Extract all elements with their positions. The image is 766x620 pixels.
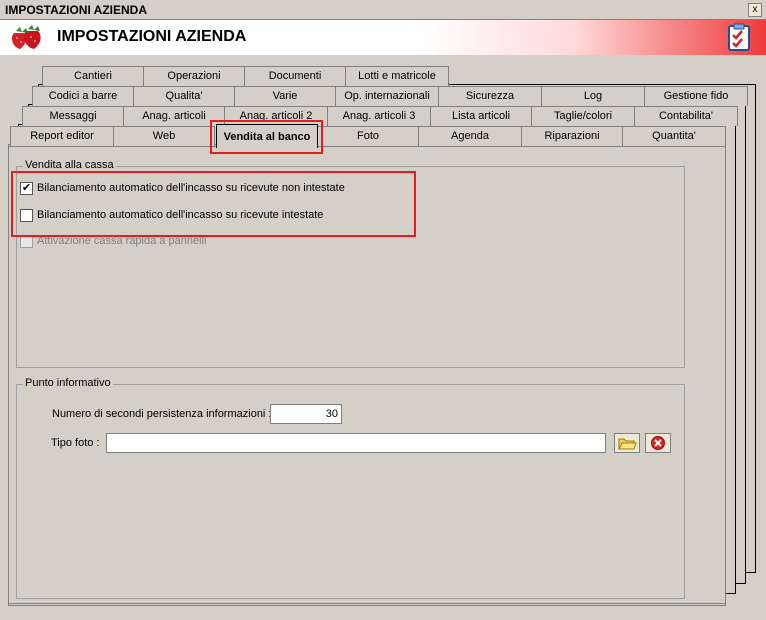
window-titlebar: IMPOSTAZIONI AZIENDA x [0, 0, 766, 20]
tab-gestione-fido[interactable]: Gestione fido [644, 86, 748, 106]
folder-icon [618, 438, 637, 450]
tab-messaggi[interactable]: Messaggi [22, 106, 124, 126]
tab-anag-articoli-3[interactable]: Anag. articoli 3 [327, 106, 431, 126]
highlight-checkboxes [11, 171, 416, 237]
secondi-persistenza-label: Numero di secondi persistenza informazio… [52, 408, 272, 420]
tipo-foto-label: Tipo foto : [51, 437, 100, 449]
browse-folder-button[interactable] [614, 433, 640, 453]
tab-quantita[interactable]: Quantita' [622, 126, 726, 146]
vendita-alla-cassa-legend: Vendita alla cassa [23, 159, 116, 171]
window-title: IMPOSTAZIONI AZIENDA [5, 3, 147, 17]
header-title: IMPOSTAZIONI AZIENDA [57, 28, 247, 45]
close-icon[interactable]: x [748, 3, 762, 17]
strawberries-icon [12, 25, 41, 49]
app-header: IMPOSTAZIONI AZIENDA [0, 20, 766, 55]
tab-log[interactable]: Log [541, 86, 645, 106]
tab-operazioni[interactable]: Operazioni [143, 66, 245, 86]
punto-informativo-legend: Punto informativo [23, 377, 113, 389]
tab-agenda[interactable]: Agenda [418, 126, 522, 146]
tab-lista-articoli[interactable]: Lista articoli [430, 106, 532, 126]
tab-documenti[interactable]: Documenti [244, 66, 346, 86]
tab-codici-barre[interactable]: Codici a barre [32, 86, 134, 106]
tab-taglie-colori[interactable]: Taglie/colori [531, 106, 635, 126]
tab-report-editor[interactable]: Report editor [10, 126, 114, 146]
tab-cantieri[interactable]: Cantieri [42, 66, 144, 86]
highlight-active-tab [210, 120, 323, 154]
secondi-persistenza-input[interactable]: 30 [270, 404, 342, 424]
tab-foto[interactable]: Foto [317, 126, 419, 146]
tab-lotti-matricole[interactable]: Lotti e matricole [345, 66, 449, 86]
tab-varie[interactable]: Varie [234, 86, 336, 106]
tipo-foto-input[interactable] [106, 433, 606, 453]
checklist-icon [728, 23, 750, 51]
tab-op-internazionali[interactable]: Op. internazionali [335, 86, 439, 106]
tab-riparazioni[interactable]: Riparazioni [521, 126, 623, 146]
tab-sicurezza[interactable]: Sicurezza [438, 86, 542, 106]
delete-icon [651, 436, 665, 450]
tab-qualita[interactable]: Qualita' [133, 86, 235, 106]
tab-contabilita[interactable]: Contabilita' [634, 106, 738, 126]
tab-web[interactable]: Web [113, 126, 215, 146]
clear-photo-button[interactable] [645, 433, 671, 453]
